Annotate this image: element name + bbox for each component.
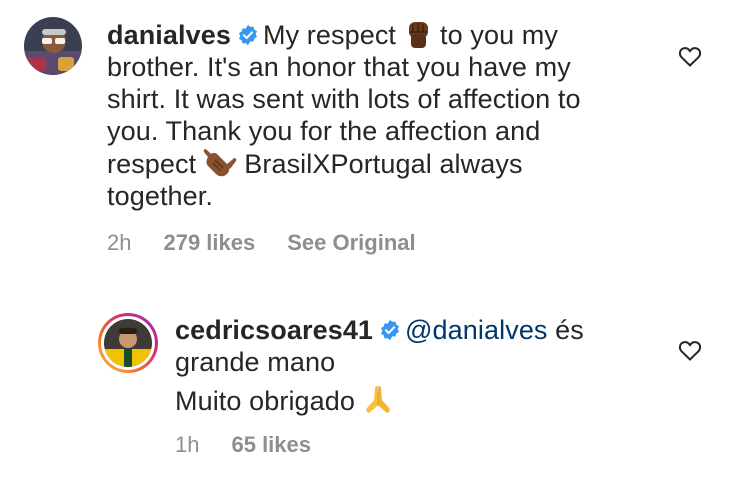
verified-badge-icon — [381, 319, 400, 341]
comment-line-2: grande mano — [175, 347, 336, 377]
see-original-button[interactable]: See Original — [287, 230, 415, 255]
folded-hands-icon — [366, 386, 390, 413]
heart-icon[interactable] — [678, 45, 702, 67]
heart-icon[interactable] — [678, 339, 702, 361]
comment-meta: 2h 279 likes See Original — [107, 230, 448, 256]
timestamp[interactable]: 1h — [175, 432, 199, 457]
comment-meta: 1h 65 likes — [175, 432, 343, 458]
comment-line-3: Muito obrigado — [175, 382, 655, 417]
comment-line-3: shirt. It was sent with lots of affectio… — [107, 84, 581, 114]
comment-line-5: respect BrasilXPortugal always — [107, 149, 523, 179]
comment-text: to you my — [440, 20, 558, 50]
username[interactable]: cedricsoares41 — [175, 315, 373, 345]
username[interactable]: danialves — [107, 20, 231, 50]
comment-line-6: together. — [107, 181, 213, 211]
comment-line-1: cedricsoares41 @danialves és — [175, 314, 655, 346]
likes-count[interactable]: 65 likes — [231, 432, 311, 457]
comment-text: és — [555, 315, 584, 345]
verified-badge-icon — [239, 24, 257, 46]
comment-line-2: brother. It's an honor that you have my — [107, 52, 571, 82]
raised-fist-icon — [409, 22, 429, 48]
comment-text: My respect — [262, 20, 397, 50]
likes-count[interactable]: 279 likes — [163, 230, 255, 255]
comment-line-4: you. Thank you for the affection and — [107, 116, 541, 146]
comment-line-1: danialves My respect to you my — [107, 18, 647, 51]
avatar[interactable] — [24, 17, 82, 75]
avatar[interactable] — [98, 313, 158, 373]
timestamp[interactable]: 2h — [107, 230, 131, 255]
call-me-hand-icon — [203, 149, 237, 177]
mention-link[interactable]: @danialves — [405, 315, 548, 345]
